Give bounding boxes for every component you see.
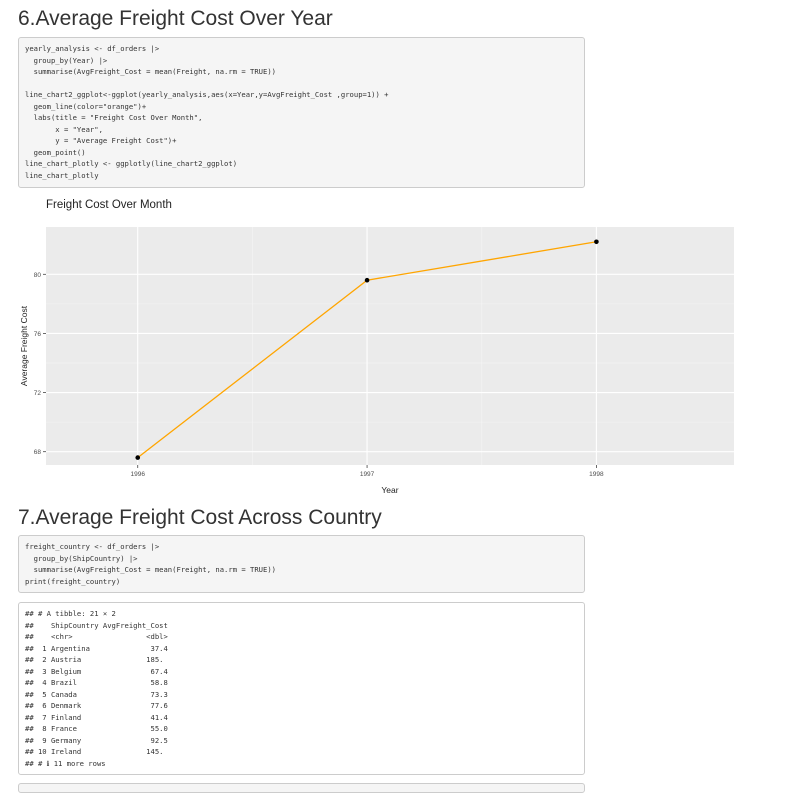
x-axis-label: Year (381, 485, 398, 495)
output-line: ## <chr> <dbl> (25, 632, 168, 641)
output-line: ## 9 Germany 92.5 (25, 735, 168, 745)
output-line: ## 8 France 55.0 (25, 724, 168, 733)
chart-title: Freight Cost Over Month (46, 199, 172, 211)
code-line: print(freight_country) (25, 576, 121, 586)
y-tick-label: 68 (34, 449, 42, 456)
freight-line-chart[interactable]: 68 72 76 80 1996 1997 1998 Year Average Freight … (0, 215, 760, 500)
output-line: ## 10 Ireland 145. (25, 747, 168, 756)
data-point (594, 239, 599, 245)
output-line: ## 5 Canada 73.3 (25, 689, 168, 699)
output-line: ## 4 Brazil 58.8 (25, 678, 168, 687)
code-line: geom_line(color="orange")+ (25, 101, 147, 111)
output-line: ## 2 Austria 185. (25, 655, 168, 664)
code-line: labs(title = "Freight Cost Over Month", (25, 113, 203, 122)
output-line: ## ShipCountry AvgFreight_Cost (25, 620, 168, 630)
code-line: summarise(AvgFreight_Cost = mean(Freight… (25, 565, 276, 574)
code-line: freight_country <- df_orders |> (25, 542, 160, 551)
y-tick-label: 72 (34, 390, 42, 397)
data-point (364, 277, 370, 283)
y-tick-label: 76 (34, 331, 42, 338)
plot-panel (46, 227, 734, 465)
code-line: group_by(Year) |> (25, 55, 108, 65)
output-line: ## 7 Finland 41.4 (25, 712, 168, 722)
output-line: ## # A tibble: 21 × 2 (25, 609, 116, 618)
x-tick-label: 1997 (360, 471, 375, 478)
code-line: geom_point() (25, 147, 86, 157)
code-line: line_chart_plotly <- ggplotly(line_chart… (25, 159, 238, 168)
code-line: line_chart2_ggplot<-ggplot(yearly_analys… (25, 90, 389, 99)
code-block-yearly-analysis[interactable]: yearly_analysis <- df_orders |> group_by… (18, 37, 585, 188)
y-axis-label: Average Freight Cost (19, 305, 29, 386)
section-6-heading: 6.Average Freight Cost Over Year (18, 7, 333, 30)
code-line: y = "Average Freight Cost")+ (25, 136, 177, 145)
data-point (135, 455, 141, 460)
output-line: ## 1 Argentina 37.4 (25, 643, 168, 653)
code-line: yearly_analysis <- df_orders |> (25, 44, 160, 53)
code-line: x = "Year", (25, 124, 103, 134)
output-block-tibble[interactable]: ## # A tibble: 21 × 2 ## ShipCountry AvgF… (18, 602, 585, 775)
output-line: ## 3 Belgium 67.4 (25, 666, 168, 676)
output-line: ## 6 Denmark 77.6 (25, 701, 168, 710)
x-tick-label: 1998 (589, 471, 604, 478)
code-line: summarise(AvgFreight_Cost = mean(Freight… (25, 67, 276, 76)
code-block-freight-country[interactable]: freight_country <- df_orders |> group_by… (18, 535, 585, 593)
output-line: ## # ℹ 11 more rows (25, 758, 106, 768)
code-line: group_by(ShipCountry) |> (25, 553, 138, 563)
x-tick-label: 1996 (130, 471, 145, 478)
y-tick-label: 80 (34, 272, 42, 279)
section-7-heading: 7.Average Freight Cost Across Country (18, 506, 382, 529)
next-code-block-edge (18, 783, 585, 793)
code-line: line_chart_plotly (25, 170, 99, 180)
